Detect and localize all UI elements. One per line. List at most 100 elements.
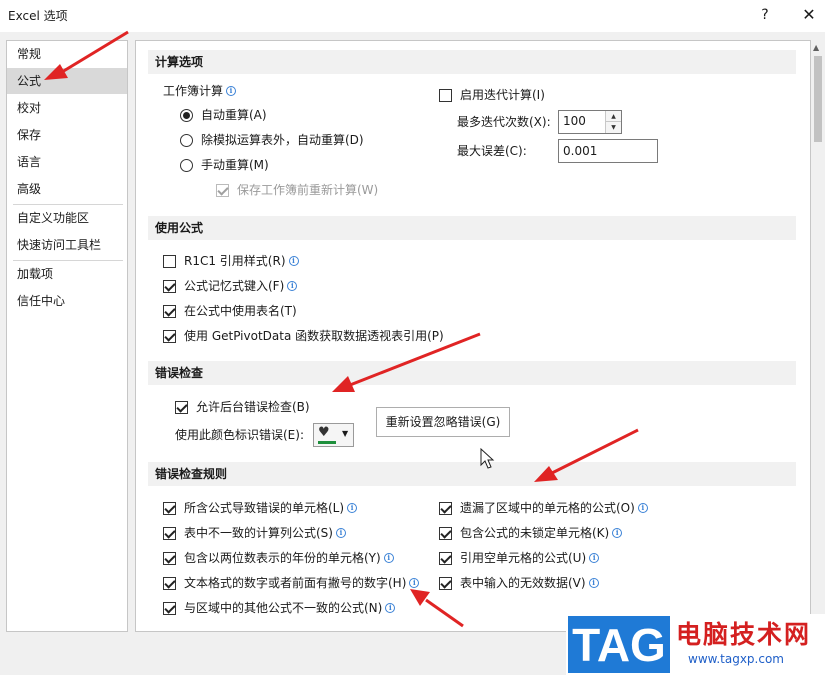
recalc-before-save-label: 保存工作簿前重新计算(W) [237, 183, 379, 197]
r1c1-label: R1C1 引用样式(R) [184, 254, 286, 268]
rule-left-5[interactable]: 与区域中的其他公式不一致的公式(N) i [163, 598, 396, 618]
workbook-calc-label: 工作簿计算 i [163, 81, 237, 101]
checkbox[interactable] [163, 329, 176, 343]
radio-automatic[interactable]: 自动重算(A) [180, 105, 267, 125]
info-icon: i [226, 86, 237, 96]
info-icon: i [637, 503, 648, 513]
checkbox[interactable] [163, 576, 176, 590]
checkbox[interactable] [163, 254, 176, 268]
close-button[interactable]: ✕ [796, 4, 822, 26]
rule-right-2[interactable]: 包含公式的未锁定单元格(K) i [439, 523, 623, 543]
rule-left-2[interactable]: 表中不一致的计算列公式(S) i [163, 523, 346, 543]
checkbox[interactable] [439, 576, 452, 590]
checkbox[interactable] [439, 526, 452, 540]
scroll-up-icon[interactable]: ▲ [813, 43, 819, 52]
max-change-label: 最大误差(C): [457, 144, 527, 158]
nav-item-add-ins[interactable]: 加载项 [7, 261, 127, 287]
checkbox[interactable] [163, 304, 176, 318]
section-header-calculation: 计算选项 [148, 50, 796, 74]
chevron-down-icon: ▼ [342, 429, 349, 438]
info-icon: i [287, 281, 298, 291]
rule-label: 遗漏了区域中的单元格的公式(O) [460, 501, 635, 515]
rule-right-3[interactable]: 引用空单元格的公式(U) i [439, 548, 600, 568]
watermark-logo: TAG [566, 614, 672, 675]
stepper-down-icon[interactable]: ▼ [606, 122, 621, 133]
checkbox[interactable] [439, 501, 452, 515]
stepper-up-icon[interactable]: ▲ [606, 111, 621, 122]
radio-button[interactable] [180, 158, 193, 172]
checkbox-getpivotdata[interactable]: 使用 GetPivotData 函数获取数据透视表引用(P) [163, 326, 444, 346]
radio-automatic-except-tables[interactable]: 除模拟运算表外，自动重算(D) [180, 130, 364, 150]
checkbox[interactable] [163, 551, 176, 565]
background-error-label: 允许后台错误检查(B) [196, 400, 310, 414]
max-iterations-label: 最多迭代次数(X): [457, 115, 551, 129]
radio-automatic-label: 自动重算(A) [201, 108, 267, 122]
radio-button[interactable] [180, 108, 193, 122]
rule-right-4[interactable]: 表中输入的无效数据(V) i [439, 573, 599, 593]
rule-right-1[interactable]: 遗漏了区域中的单元格的公式(O) i [439, 498, 648, 518]
checkbox-iterative[interactable]: 启用迭代计算(I) [439, 85, 545, 105]
watermark-url: www.tagxp.com [688, 652, 784, 666]
section-header-formulas: 使用公式 [148, 216, 796, 240]
iterative-label: 启用迭代计算(I) [460, 88, 545, 102]
checkbox-background-error-checking[interactable]: 允许后台错误检查(B) [175, 397, 310, 417]
help-button[interactable]: ? [752, 4, 778, 26]
info-icon: i [588, 578, 599, 588]
nav-item-advanced[interactable]: 高级 [7, 176, 127, 202]
checkbox[interactable] [175, 400, 188, 414]
max-change-input[interactable]: 0.001 [558, 139, 658, 163]
radio-manual[interactable]: 手动重算(M) [180, 155, 269, 175]
rule-label: 表中输入的无效数据(V) [460, 576, 586, 590]
checkbox-recalc-before-save[interactable]: 保存工作簿前重新计算(W) [216, 180, 378, 200]
nav-item-proofing[interactable]: 校对 [7, 95, 127, 121]
rule-left-3[interactable]: 包含以两位数表示的年份的单元格(Y) i [163, 548, 394, 568]
window-title: Excel 选项 [8, 9, 68, 23]
checkbox[interactable] [439, 88, 452, 102]
vertical-scrollbar[interactable]: ▲ [811, 40, 825, 632]
rule-left-1[interactable]: 所含公式导致错误的单元格(L) i [163, 498, 358, 518]
options-nav: 常规 公式 校对 保存 语言 高级 自定义功能区 快速访问工具栏 加载项 信任中… [6, 40, 128, 632]
checkbox[interactable] [439, 551, 452, 565]
nav-item-language[interactable]: 语言 [7, 149, 127, 175]
nav-item-formulas[interactable]: 公式 [7, 68, 127, 94]
nav-item-general[interactable]: 常规 [7, 41, 127, 67]
checkbox-r1c1[interactable]: R1C1 引用样式(R) i [163, 251, 299, 271]
checkbox[interactable] [163, 601, 176, 615]
info-icon: i [409, 578, 420, 588]
reset-ignored-errors-button[interactable]: 重新设置忽略错误(G) [376, 407, 510, 437]
checkbox-table-names[interactable]: 在公式中使用表名(T) [163, 301, 297, 321]
watermark-site-name: 电脑技术网 [676, 620, 812, 649]
radio-automatic-except-label: 除模拟运算表外，自动重算(D) [201, 133, 364, 147]
nav-item-save[interactable]: 保存 [7, 122, 127, 148]
getpivotdata-label: 使用 GetPivotData 函数获取数据透视表引用(P) [184, 329, 444, 343]
rule-label: 包含以两位数表示的年份的单元格(Y) [184, 551, 381, 565]
nav-item-customize-ribbon[interactable]: 自定义功能区 [7, 205, 127, 231]
workbook-calc-text: 工作簿计算 [163, 84, 224, 98]
checkbox[interactable] [163, 279, 176, 293]
nav-item-quick-access-toolbar[interactable]: 快速访问工具栏 [7, 232, 127, 258]
info-icon: i [347, 503, 358, 513]
info-icon: i [612, 528, 623, 538]
max-iterations-stepper[interactable]: 100 ▲ ▼ [558, 110, 622, 134]
mouse-cursor-icon [480, 448, 495, 469]
radio-button[interactable] [180, 133, 193, 147]
rule-label: 文本格式的数字或者前面有撇号的数字(H) [184, 576, 407, 590]
title-bar: Excel 选项 ? ✕ [0, 0, 825, 32]
error-color-picker[interactable]: ♥ ▼ [313, 423, 354, 447]
info-icon: i [589, 553, 600, 563]
rule-left-4[interactable]: 文本格式的数字或者前面有撇号的数字(H) i [163, 573, 420, 593]
info-icon: i [335, 528, 346, 538]
scrollbar-thumb[interactable] [814, 56, 822, 142]
radio-manual-label: 手动重算(M) [201, 158, 269, 172]
checkbox-autocomplete[interactable]: 公式记忆式键入(F) i [163, 276, 298, 296]
checkbox[interactable] [163, 526, 176, 540]
checkbox[interactable] [163, 501, 176, 515]
nav-item-trust-center[interactable]: 信任中心 [7, 288, 127, 314]
rule-label: 与区域中的其他公式不一致的公式(N) [184, 601, 383, 615]
color-swatch [318, 441, 336, 444]
rule-label: 表中不一致的计算列公式(S) [184, 526, 333, 540]
rule-label: 包含公式的未锁定单元格(K) [460, 526, 610, 540]
autocomplete-label: 公式记忆式键入(F) [184, 279, 285, 293]
checkbox[interactable] [216, 183, 229, 197]
info-icon: i [288, 256, 299, 266]
